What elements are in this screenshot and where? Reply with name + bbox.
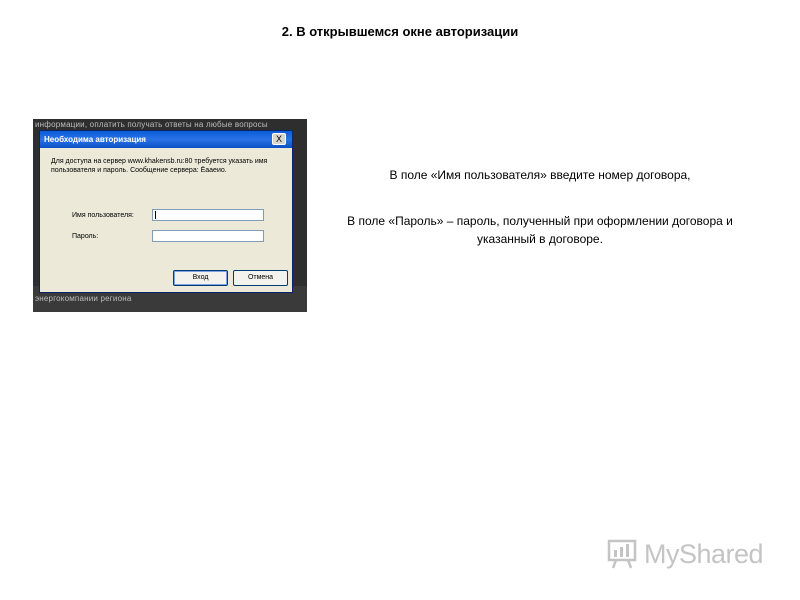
dialog-title: Необходима авторизация <box>44 135 146 144</box>
instruction-password: В поле «Пароль» – пароль, полученный при… <box>347 214 733 246</box>
dialog-message: Для доступа на сервер www.khakensb.ru:80… <box>51 158 268 174</box>
username-label: Имя пользователя: <box>72 212 134 219</box>
password-label: Пароль: <box>72 233 99 240</box>
chart-board-icon <box>607 539 637 569</box>
cancel-button[interactable]: Отмена <box>233 270 288 286</box>
watermark: MyShared <box>606 536 766 572</box>
username-input[interactable] <box>152 209 264 221</box>
watermark-text: MyShared <box>644 538 764 569</box>
dialog-titlebar[interactable]: Необходима авторизация X <box>40 131 292 148</box>
auth-dialog: Необходима авторизация X Для доступа на … <box>39 130 293 293</box>
slide-title: 2. В открывшемся окне авторизации <box>281 24 519 39</box>
close-icon[interactable]: X <box>272 133 286 145</box>
background-text-top: информации, оплатить получать ответы на … <box>35 120 268 129</box>
instruction-username: В поле «Имя пользователя» введите номер … <box>389 168 691 182</box>
login-button[interactable]: Вход <box>173 270 228 286</box>
background-text-bottom: энергокомпании региона <box>35 294 132 303</box>
password-input[interactable] <box>152 230 264 242</box>
login-screenshot: информации, оплатить получать ответы на … <box>33 119 307 312</box>
